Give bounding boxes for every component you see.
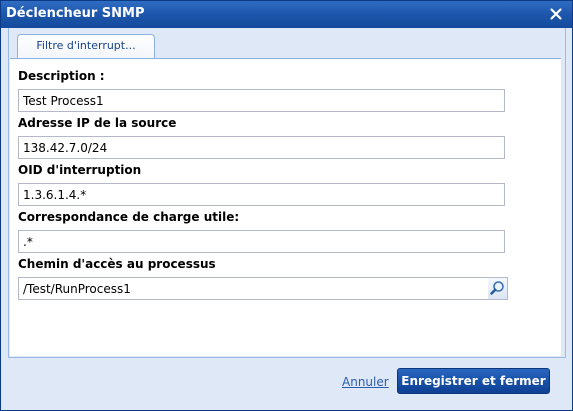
process-path-label: Chemin d'accès au processus xyxy=(18,257,216,271)
snmp-trigger-dialog: Déclencheur SNMP Filtre d'interrupt... D… xyxy=(0,0,573,411)
process-path-input[interactable] xyxy=(18,277,489,300)
search-icon xyxy=(490,281,504,295)
payload-match-input[interactable] xyxy=(18,230,505,253)
source-ip-input[interactable] xyxy=(18,136,505,159)
browse-process-button[interactable] xyxy=(488,277,508,300)
trap-oid-label: OID d'interruption xyxy=(18,163,142,177)
dialog-body: Filtre d'interrupt... Description : Adre… xyxy=(1,28,572,410)
save-and-close-button[interactable]: Enregistrer et fermer xyxy=(397,368,550,394)
trap-oid-input[interactable] xyxy=(18,183,505,206)
tab-panel: Filtre d'interrupt... Description : Adre… xyxy=(8,28,566,358)
description-label: Description : xyxy=(18,69,105,83)
source-ip-label: Adresse IP de la source xyxy=(18,116,177,130)
description-input[interactable] xyxy=(18,89,505,112)
close-button[interactable] xyxy=(548,6,564,22)
dialog-title: Déclencheur SNMP xyxy=(6,6,145,21)
cancel-link[interactable]: Annuler xyxy=(342,375,389,390)
dialog-titlebar[interactable]: Déclencheur SNMP xyxy=(1,1,572,28)
close-icon xyxy=(550,8,562,20)
tab-trap-filter[interactable]: Filtre d'interrupt... xyxy=(17,34,155,58)
dialog-footer: Annuler Enregistrer et fermer xyxy=(1,365,572,410)
payload-match-label: Correspondance de charge utile: xyxy=(18,210,240,224)
trap-filter-form: Description : Adresse IP de la source OI… xyxy=(10,58,561,356)
